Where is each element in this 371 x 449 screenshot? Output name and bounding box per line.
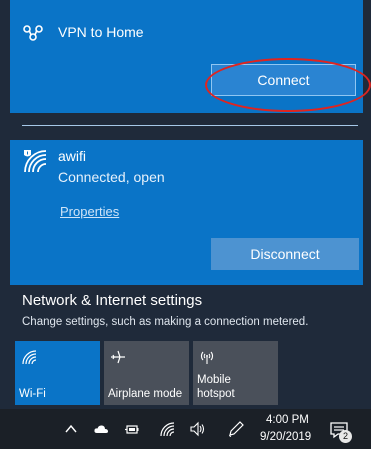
vpn-name: VPN to Home — [58, 24, 144, 40]
tile-label: Mobile hotspot — [197, 373, 235, 401]
clock-time[interactable]: 4:00 PM — [266, 414, 309, 426]
hotspot-icon — [200, 351, 214, 364]
notification-count-badge: 2 — [339, 430, 352, 443]
airplane-icon — [111, 350, 125, 364]
cloud-icon[interactable] — [93, 421, 109, 437]
tile-label: Airplane mode — [108, 388, 183, 400]
wifi-toggle-tile[interactable]: Wi-Fi — [15, 341, 100, 405]
wifi-status: Connected, open — [58, 169, 165, 185]
taskbar: 4:00 PM 9/20/2019 2 — [0, 409, 371, 449]
network-settings-subtitle: Change settings, such as making a connec… — [22, 316, 309, 328]
tile-label-line: Mobile — [197, 374, 231, 386]
divider — [22, 125, 358, 126]
properties-link[interactable]: Properties — [60, 204, 119, 219]
wifi-icon[interactable] — [159, 421, 175, 437]
battery-plug-icon[interactable] — [124, 421, 140, 437]
chevron-up-icon[interactable] — [63, 421, 79, 437]
volume-icon[interactable] — [189, 421, 205, 437]
vpn-icon — [23, 25, 43, 41]
wifi-icon — [22, 350, 37, 365]
clock-date[interactable]: 9/20/2019 — [260, 431, 311, 443]
network-flyout: VPN to Home Connect awifi Connected, ope… — [0, 0, 371, 409]
mobile-hotspot-tile[interactable]: Mobile hotspot — [193, 341, 278, 405]
connect-button[interactable]: Connect — [211, 64, 356, 96]
pen-icon[interactable] — [228, 421, 244, 437]
tile-label-line: hotspot — [197, 388, 235, 400]
disconnect-button[interactable]: Disconnect — [211, 238, 359, 270]
wifi-network-name: awifi — [58, 148, 87, 164]
vpn-connection-card[interactable]: VPN to Home Connect — [10, 0, 371, 113]
wifi-shield-icon — [24, 150, 47, 173]
wifi-connection-card[interactable]: awifi Connected, open Properties Disconn… — [10, 140, 363, 285]
network-settings-link[interactable]: Network & Internet settings — [22, 292, 202, 309]
airplane-mode-tile[interactable]: Airplane mode — [104, 341, 189, 405]
tile-label: Wi-Fi — [19, 388, 46, 400]
